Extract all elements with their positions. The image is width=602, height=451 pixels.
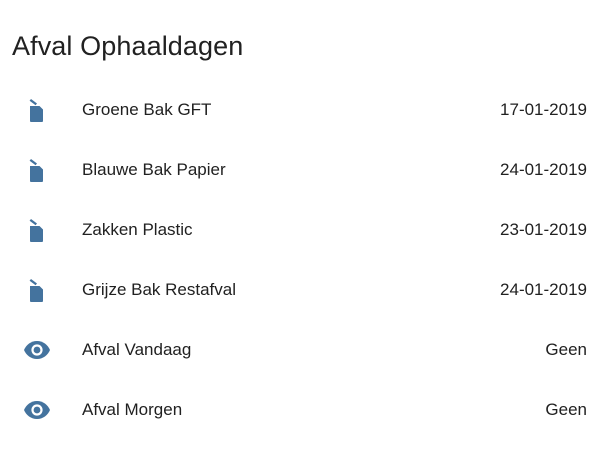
entity-name[interactable]: Grijze Bak Restafval <box>82 260 236 320</box>
entity-state: 23-01-2019 <box>500 220 587 239</box>
eye-icon[interactable] <box>24 338 50 362</box>
card-title: Afval Ophaaldagen <box>12 31 244 61</box>
entity-row-grijze-bak-restafval[interactable]: Grijze Bak Restafval 24-01-2019 <box>0 260 602 320</box>
entity-row-afval-vandaag[interactable]: Afval Vandaag Geen <box>0 320 602 380</box>
entity-name[interactable]: Blauwe Bak Papier <box>82 140 226 200</box>
trash-can-icon[interactable] <box>24 98 50 122</box>
entity-state: 24-01-2019 <box>500 280 587 299</box>
trash-can-icon[interactable] <box>24 218 50 242</box>
entity-row-zakken-plastic[interactable]: Zakken Plastic 23-01-2019 <box>0 200 602 260</box>
entity-name[interactable]: Zakken Plastic <box>82 200 193 260</box>
trash-can-icon[interactable] <box>24 158 50 182</box>
entity-row-blauwe-bak-papier[interactable]: Blauwe Bak Papier 24-01-2019 <box>0 140 602 200</box>
entities-card: Afval Ophaaldagen Groene Bak GFT 17-01-2… <box>0 0 602 451</box>
entity-row-groene-bak-gft[interactable]: Groene Bak GFT 17-01-2019 <box>0 80 602 140</box>
entity-list: Groene Bak GFT 17-01-2019 Blauwe Bak Pap… <box>0 80 602 440</box>
entity-state: 24-01-2019 <box>500 160 587 179</box>
entity-state: Geen <box>545 400 587 419</box>
entity-row-afval-morgen[interactable]: Afval Morgen Geen <box>0 380 602 440</box>
entity-name[interactable]: Afval Morgen <box>82 380 182 440</box>
trash-can-icon[interactable] <box>24 278 50 302</box>
eye-icon[interactable] <box>24 398 50 422</box>
entity-state: 17-01-2019 <box>500 100 587 119</box>
entity-state: Geen <box>545 340 587 359</box>
entity-name[interactable]: Groene Bak GFT <box>82 80 211 140</box>
entity-name[interactable]: Afval Vandaag <box>82 320 191 380</box>
